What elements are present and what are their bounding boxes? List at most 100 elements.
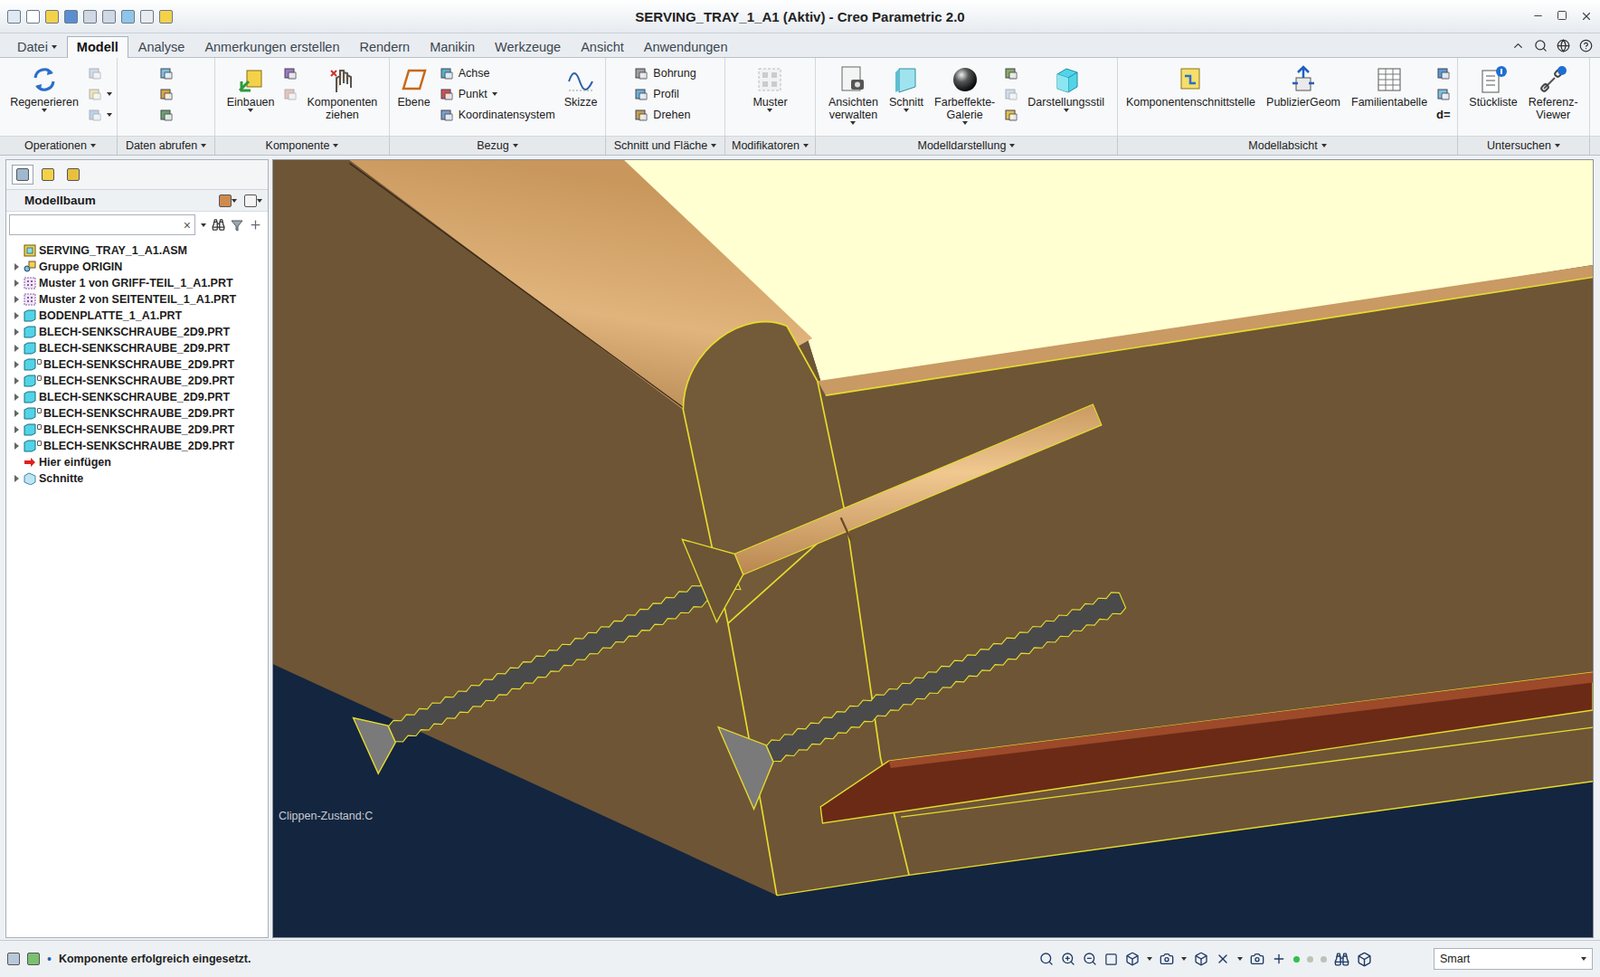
tree-row[interactable]: BLECH-SENKSCHRAUBE_2D9.PRT (11, 388, 268, 406)
ribbon-small-button[interactable] (159, 84, 174, 104)
ribbon-button[interactable]: Komponentenziehen (302, 61, 381, 124)
expander-icon[interactable] (11, 311, 21, 321)
model-icon[interactable] (1356, 951, 1373, 967)
ribbon-button[interactable]: Ansichtenverwalten (824, 61, 882, 127)
ribbon-group-label[interactable]: Komponente (215, 136, 390, 155)
panel-tab[interactable] (37, 164, 59, 185)
tree-row[interactable]: BLECH-SENKSCHRAUBE_2D9.PRT (11, 421, 268, 438)
ribbon-button[interactable]: Muster (748, 61, 791, 114)
ribbon-group-label[interactable]: Schnitt und Fläche (605, 136, 726, 155)
expander-icon[interactable] (11, 262, 21, 272)
ribbon-small-button[interactable]: d= (1436, 104, 1451, 124)
ribbon-button[interactable]: Referenz-Viewer (1524, 61, 1582, 124)
tree-row[interactable]: BLECH-SENKSCHRAUBE_2D9.PRT (11, 323, 268, 341)
expander-icon[interactable] (11, 327, 21, 337)
tree-row[interactable]: BLECH-SENKSCHRAUBE_2D9.PRT (11, 437, 268, 455)
orientation-icon[interactable] (1125, 951, 1140, 966)
ribbon-button[interactable]: PublizierGeom (1262, 61, 1345, 111)
filter-icon[interactable] (230, 218, 244, 232)
quick-access-icon[interactable] (140, 9, 154, 24)
ribbon-small-button[interactable] (283, 63, 298, 83)
close-icon[interactable] (1580, 9, 1593, 23)
quick-access-icon[interactable] (121, 9, 135, 24)
display-style-icon[interactable] (1193, 951, 1209, 966)
tree-row[interactable]: Hier einfügen (11, 454, 268, 471)
quick-access-icon[interactable] (102, 9, 116, 24)
collapse-ribbon-icon[interactable] (1511, 38, 1525, 53)
ribbon-button[interactable]: Regenerieren (6, 61, 83, 114)
screw[interactable] (718, 592, 1127, 810)
tree-row[interactable]: BODENPLATTE_1_A1.PRT (11, 307, 268, 324)
ribbon-button[interactable]: Darstellungsstil (1023, 61, 1108, 114)
tree-row[interactable]: BLECH-SENKSCHRAUBE_2D9.PRT (11, 372, 268, 389)
ribbon-button[interactable]: Komponentenschnittstelle (1122, 61, 1260, 111)
quick-access-icon[interactable] (45, 9, 59, 24)
ribbon-small-button[interactable] (159, 104, 174, 124)
ribbon-tab[interactable]: Anwendungen (634, 36, 739, 58)
ribbon-button[interactable]: Stückliste (1465, 61, 1522, 111)
tree-settings-icon[interactable] (218, 194, 232, 208)
ribbon-button[interactable]: Familientabelle (1347, 61, 1431, 111)
ribbon-small-button[interactable] (283, 84, 298, 104)
expander-icon[interactable] (11, 359, 21, 370)
ribbon-tab[interactable]: Ansicht (570, 36, 635, 58)
expander-icon[interactable] (11, 392, 21, 402)
search-icon[interactable] (1533, 38, 1548, 53)
tree-row[interactable]: BLECH-SENKSCHRAUBE_2D9.PRT (11, 340, 268, 357)
tree-row[interactable]: Gruppe ORIGIN (11, 258, 268, 275)
expander-icon[interactable] (11, 425, 21, 435)
panel-tab[interactable] (11, 164, 34, 185)
ribbon-small-button[interactable]: Drehen (634, 104, 696, 124)
ribbon-small-button[interactable] (1436, 84, 1451, 104)
toggle-navigator-icon[interactable] (7, 952, 20, 966)
ribbon-group-label[interactable]: Modifikatoren (725, 136, 816, 155)
ribbon-group-label[interactable]: Operationen (3, 136, 118, 155)
ribbon-tab[interactable]: Werkzeuge (484, 36, 571, 58)
tree-row[interactable]: SERVING_TRAY_1_A1.ASM (11, 242, 268, 259)
ribbon-tab[interactable]: Modell (66, 36, 129, 58)
ribbon-tab[interactable]: Manikin (419, 36, 485, 58)
ribbon-button[interactable]: Skizze (560, 61, 602, 111)
ribbon-tab[interactable]: Datei (7, 36, 67, 58)
graphics-window[interactable]: Clippen-Zustand:C (272, 159, 1594, 938)
panel-tab[interactable] (62, 164, 85, 185)
tree-row[interactable]: Muster 1 von GRIFF-TEIL_1_A1.PRT (11, 274, 268, 292)
refit-icon[interactable] (1039, 951, 1054, 966)
expander-icon[interactable] (11, 294, 21, 304)
ribbon-small-button[interactable] (1436, 63, 1451, 83)
clear-button[interactable]: × (183, 217, 191, 233)
saved-views-icon[interactable] (1159, 951, 1174, 966)
model-scene[interactable] (273, 160, 1593, 938)
expander-icon[interactable] (11, 376, 21, 386)
ribbon-tab[interactable]: Rendern (350, 36, 421, 58)
ribbon-small-button[interactable]: Koordinatensystem (439, 104, 556, 124)
ribbon-small-button[interactable]: Profil (634, 84, 696, 104)
selection-filter[interactable]: Smart (1433, 947, 1593, 970)
tree-row[interactable]: Muster 2 von SEITENTEIL_1_A1.PRT (11, 291, 268, 308)
tree-columns-icon[interactable] (244, 194, 257, 208)
datum-display-icon[interactable] (1215, 951, 1231, 966)
zoom-in-icon[interactable] (1060, 951, 1076, 966)
minimize-icon[interactable] (1532, 9, 1544, 22)
spin-center-icon[interactable] (1249, 951, 1265, 966)
globe-icon[interactable] (1556, 38, 1571, 53)
tree-row[interactable]: BLECH-SENKSCHRAUBE_2D9.PRT (11, 405, 268, 422)
ribbon-tab[interactable]: Analyse (128, 36, 196, 58)
ribbon-small-button[interactable]: Achse (439, 63, 556, 83)
repaint-icon[interactable] (1104, 952, 1118, 966)
ribbon-tab[interactable]: Anmerkungen erstellen (194, 36, 350, 58)
ribbon-small-button[interactable] (1003, 84, 1019, 104)
tree-row[interactable]: Schnitte (11, 470, 268, 487)
screw[interactable] (681, 404, 1102, 623)
ribbon-small-button[interactable] (87, 84, 113, 104)
ribbon-button[interactable]: Ebene (394, 61, 435, 111)
quick-access-icon[interactable] (83, 9, 97, 24)
ribbon-group-label[interactable]: Modellabsicht (1117, 136, 1458, 155)
add-icon[interactable] (248, 217, 263, 232)
ribbon-small-button[interactable]: Bohrung (634, 63, 696, 83)
ribbon-group-label[interactable]: Modelldarstellung (815, 136, 1118, 155)
ribbon-button[interactable]: Schnitt (885, 61, 928, 114)
search-input[interactable] (13, 217, 184, 233)
ribbon-small-button[interactable]: Punkt (439, 84, 556, 104)
ribbon-small-button[interactable] (159, 63, 174, 83)
